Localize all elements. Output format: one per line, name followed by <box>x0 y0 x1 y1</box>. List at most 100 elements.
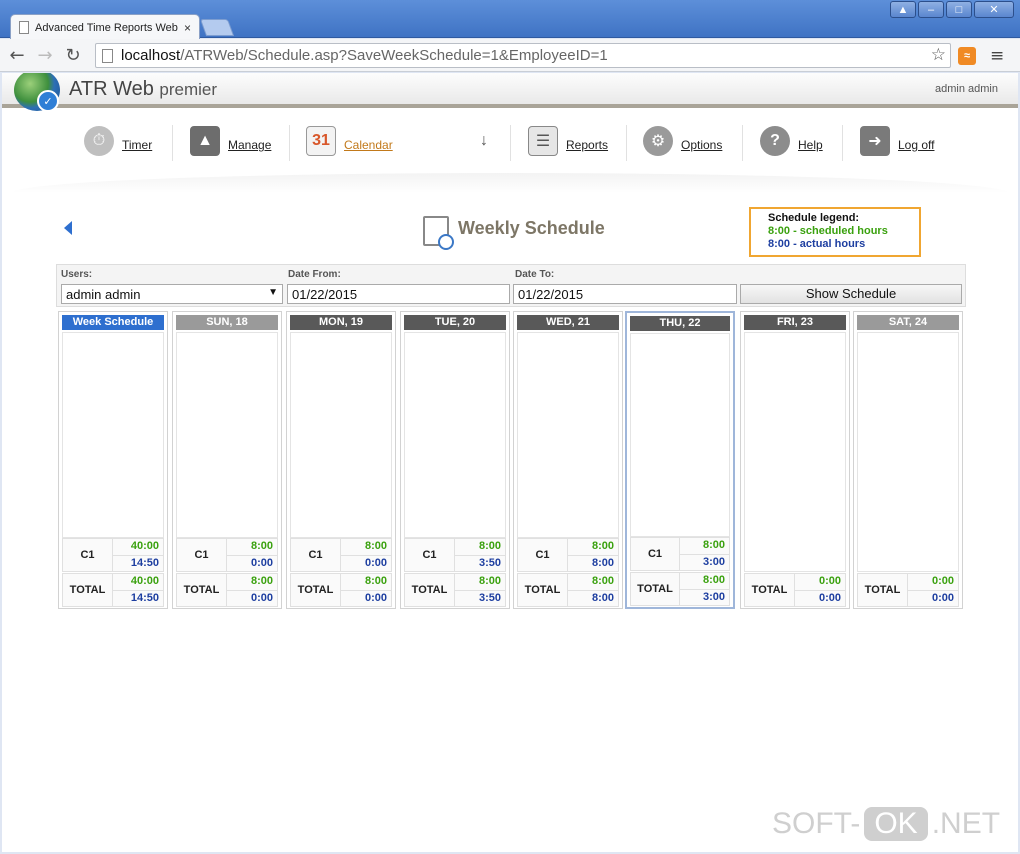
app-header: ✓ ATR Web premier admin admin <box>2 73 1018 112</box>
total-row: TOTAL 0:00 0:00 <box>744 573 846 607</box>
total-actual: 8:00 <box>591 592 614 604</box>
total-label: TOTAL <box>631 573 680 605</box>
profile-icon[interactable]: ▲ <box>890 1 916 18</box>
actual-hours: 3:50 <box>478 557 501 569</box>
total-row: TOTAL 8:00 3:00 <box>630 572 730 606</box>
nav-options[interactable]: ⚙ Options <box>643 121 722 161</box>
column-body[interactable] <box>630 333 730 537</box>
total-actual: 3:00 <box>702 591 725 603</box>
total-actual: 0:00 <box>250 592 273 604</box>
schedule-row-c1[interactable]: C1 8:00 8:00 <box>517 538 619 572</box>
day-column-mon: MON, 19 C1 8:00 0:00 TOTAL 8:00 0:00 <box>286 311 396 609</box>
minimize-button[interactable]: – <box>918 1 944 18</box>
total-row: TOTAL 8:00 8:00 <box>517 573 619 607</box>
users-select[interactable]: admin admin ▼ <box>61 284 283 304</box>
actual-hours: 14:50 <box>130 557 159 569</box>
page-icon <box>102 48 113 63</box>
column-body[interactable] <box>517 332 619 538</box>
column-header: FRI, 23 <box>744 315 846 330</box>
gear-icon: ⚙ <box>643 126 673 156</box>
tab-title: Advanced Time Reports Web <box>35 21 178 34</box>
clock-logo-icon: ✓ <box>37 90 59 112</box>
reload-icon[interactable]: ↻ <box>62 44 84 66</box>
date-from-label: Date From: <box>288 269 341 280</box>
schedule-doc-icon <box>423 216 454 250</box>
nav-reports[interactable]: ☰ Reports <box>528 121 608 161</box>
show-schedule-button[interactable]: Show Schedule <box>740 284 962 304</box>
watermark: SOFT- OK .NET <box>772 807 1000 841</box>
schedule-row-c1[interactable]: C1 8:00 0:00 <box>290 538 392 572</box>
total-actual: 0:00 <box>364 592 387 604</box>
date-to-input[interactable]: 01/22/2015 <box>513 284 737 304</box>
total-label: TOTAL <box>177 574 227 606</box>
schedule-row-c1[interactable]: C1 40:00 14:50 <box>62 538 164 572</box>
scheduled-hours: 8:00 <box>364 540 387 552</box>
close-window-button[interactable]: ✕ <box>974 1 1014 18</box>
total-row: TOTAL 8:00 0:00 <box>290 573 392 607</box>
nav-manage-label[interactable]: Manage <box>228 138 271 152</box>
rss-icon[interactable]: ≈ <box>958 47 976 65</box>
menu-icon[interactable]: ≡ <box>990 46 1004 66</box>
nav-more[interactable]: ↓ <box>476 121 500 161</box>
nav-manage[interactable]: ▲ Manage <box>190 121 271 161</box>
nav-logoff-label[interactable]: Log off <box>898 138 934 152</box>
back-icon[interactable]: ← <box>6 44 28 66</box>
brand-sub: premier <box>159 80 218 99</box>
actual-hours: 0:00 <box>250 557 273 569</box>
url-host: localhost <box>121 47 181 64</box>
calendar-icon: 31 <box>306 126 336 156</box>
address-bar[interactable]: localhost/ATRWeb/Schedule.asp?SaveWeekSc… <box>95 43 951 68</box>
users-label: Users: <box>61 269 93 280</box>
column-body[interactable] <box>857 332 959 572</box>
date-from-input[interactable]: 01/22/2015 <box>287 284 510 304</box>
nav-divider <box>626 125 627 161</box>
total-scheduled: 8:00 <box>478 575 501 587</box>
brand: ATR Web premier <box>69 78 217 101</box>
actual-hours: 3:00 <box>702 556 725 568</box>
scheduled-hours: 40:00 <box>130 540 159 552</box>
column-header: WED, 21 <box>517 315 619 330</box>
schedule-row-c1[interactable]: C1 8:00 3:00 <box>630 537 730 571</box>
nav-calendar-label[interactable]: Calendar <box>344 138 393 152</box>
nav-help[interactable]: ? Help <box>760 121 823 161</box>
nav-reports-label[interactable]: Reports <box>566 138 608 152</box>
column-body[interactable] <box>404 332 506 538</box>
total-label: TOTAL <box>745 574 795 606</box>
total-actual: 3:50 <box>478 592 501 604</box>
nav-timer[interactable]: ⏱ Timer <box>84 121 152 161</box>
schedule-row-c1[interactable]: C1 8:00 0:00 <box>176 538 278 572</box>
nav-divider <box>842 125 843 161</box>
nav-help-label[interactable]: Help <box>798 138 823 152</box>
bookmark-star-icon[interactable]: ☆ <box>931 45 946 65</box>
row-label: C1 <box>177 539 227 571</box>
row-label: C1 <box>291 539 341 571</box>
total-label: TOTAL <box>518 574 568 606</box>
column-body[interactable] <box>744 332 846 572</box>
schedule-row-c1[interactable]: C1 8:00 3:50 <box>404 538 506 572</box>
back-week-arrow-icon[interactable] <box>64 221 72 235</box>
column-body[interactable] <box>176 332 278 538</box>
column-header: TUE, 20 <box>404 315 506 330</box>
total-row: TOTAL 8:00 3:50 <box>404 573 506 607</box>
forward-icon[interactable]: → <box>34 44 56 66</box>
legend-actual: 8:00 - actual hours <box>768 238 866 250</box>
total-label: TOTAL <box>63 574 113 606</box>
actual-hours: 8:00 <box>591 557 614 569</box>
nav-divider <box>510 125 511 161</box>
total-row: TOTAL 40:00 14:50 <box>62 573 164 607</box>
nav-calendar[interactable]: 31 Calendar <box>306 121 393 161</box>
browser-tab[interactable]: Advanced Time Reports Web × <box>10 14 200 40</box>
scheduled-hours: 8:00 <box>478 540 501 552</box>
column-body <box>62 332 164 538</box>
column-body[interactable] <box>290 332 392 538</box>
nav-logoff[interactable]: ➜ Log off <box>860 121 934 161</box>
down-arrow-icon[interactable]: ↓ <box>476 126 492 156</box>
legend-title: Schedule legend: <box>768 212 860 224</box>
nav-options-label[interactable]: Options <box>681 138 722 152</box>
tab-close-icon[interactable]: × <box>184 21 191 35</box>
nav-divider <box>742 125 743 161</box>
total-actual: 0:00 <box>931 592 954 604</box>
new-tab-button[interactable] <box>199 19 235 36</box>
nav-timer-label[interactable]: Timer <box>122 138 152 152</box>
maximize-button[interactable]: □ <box>946 1 972 18</box>
